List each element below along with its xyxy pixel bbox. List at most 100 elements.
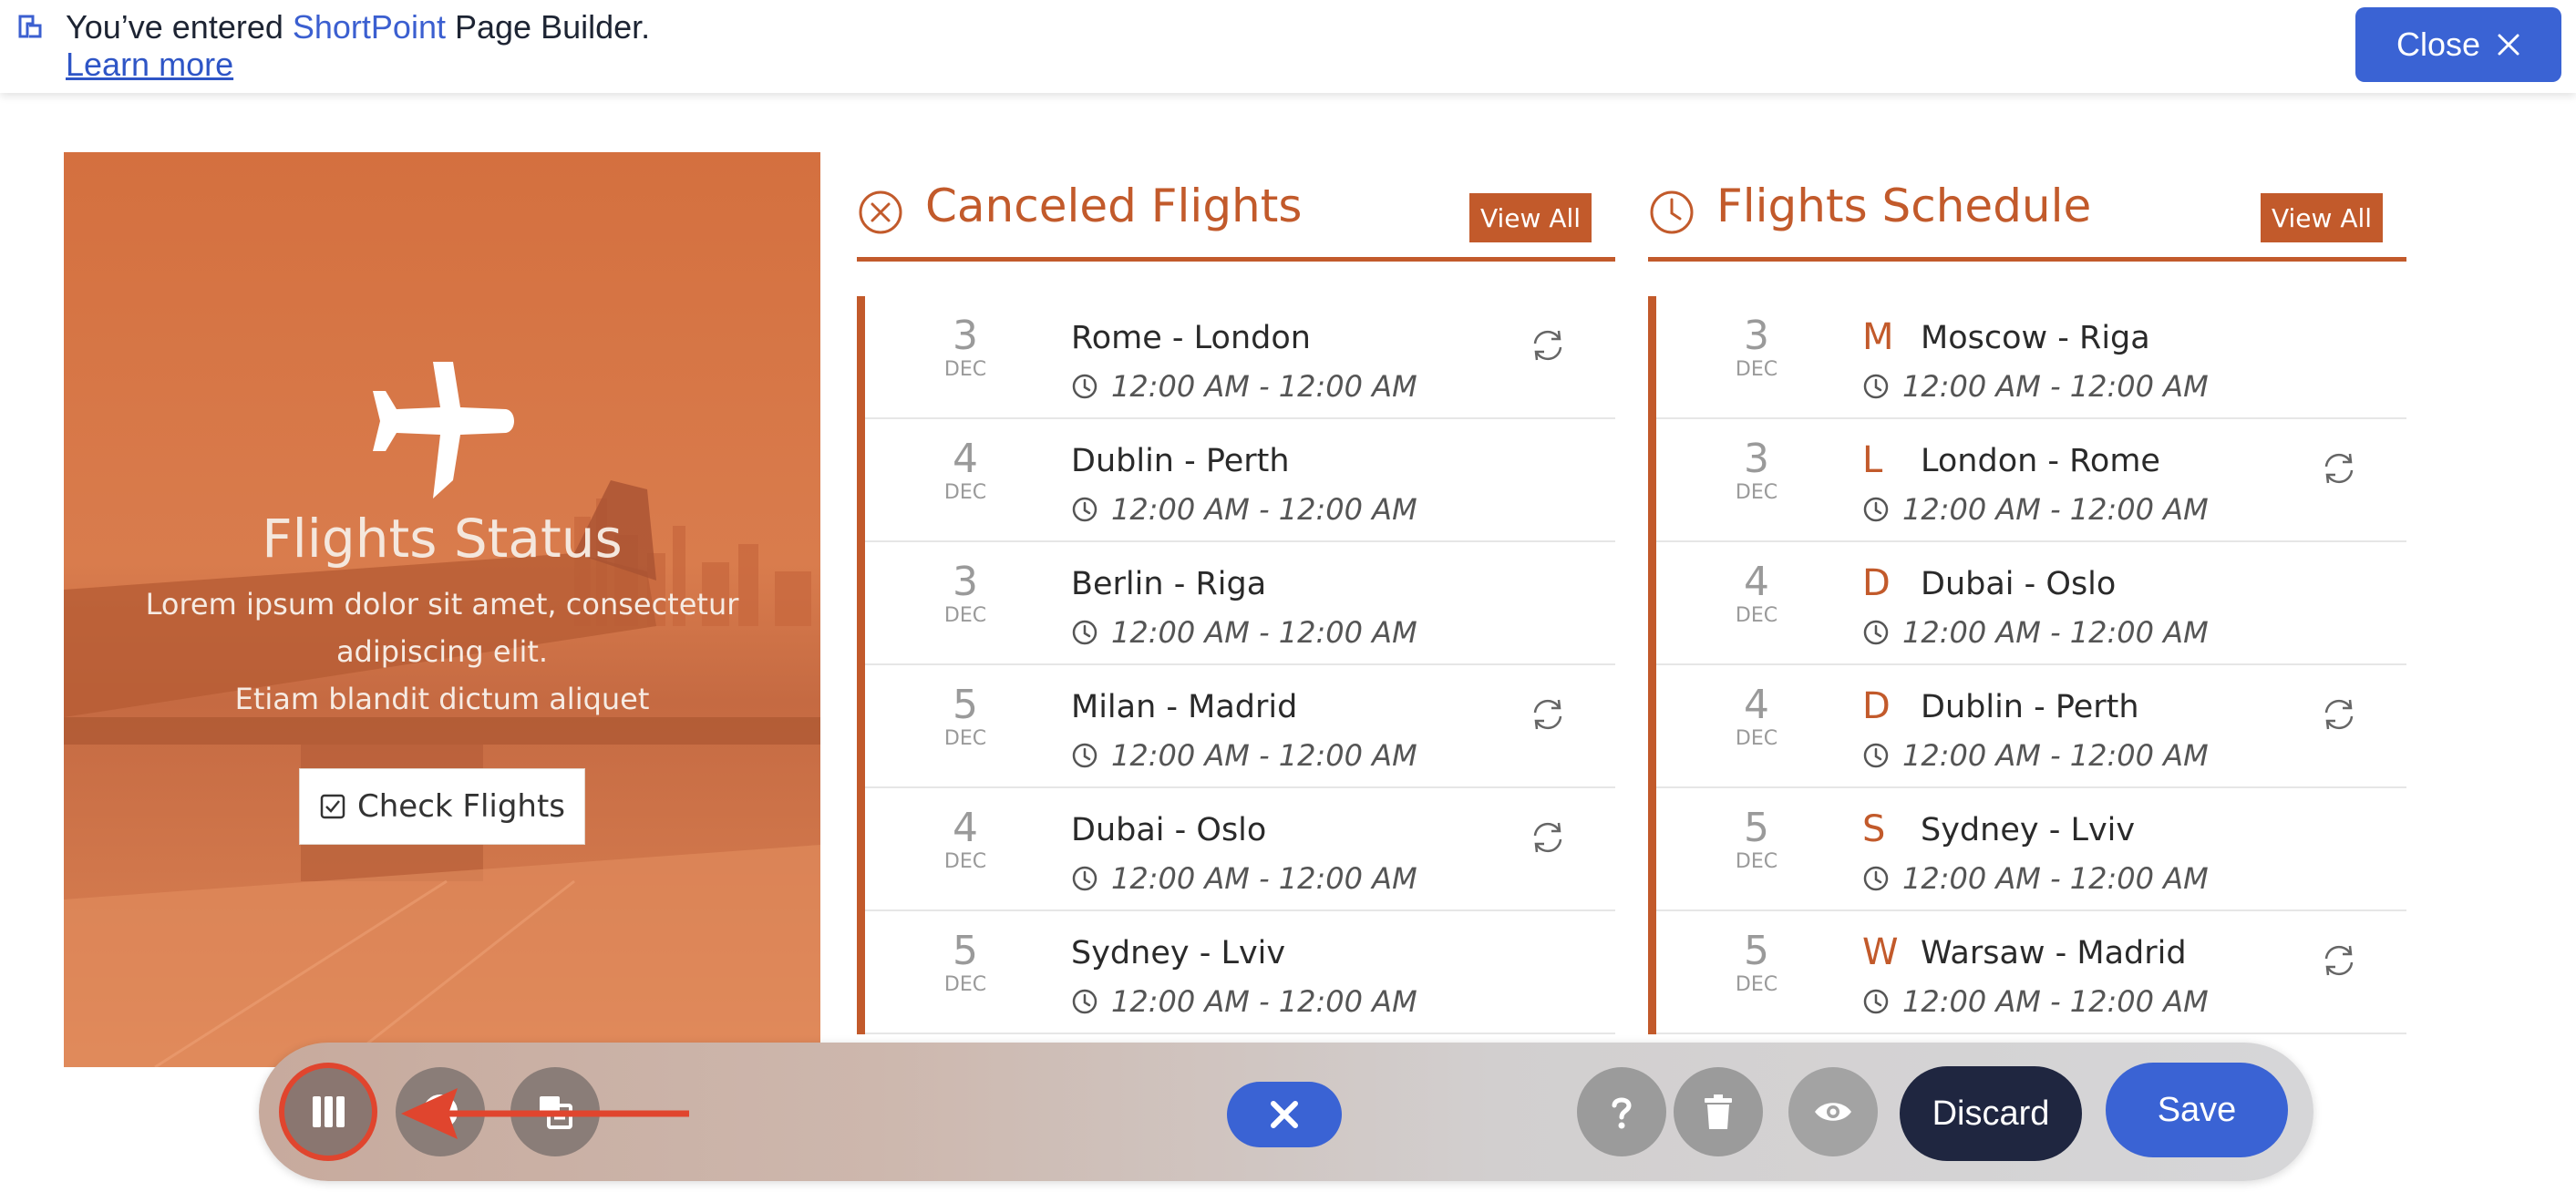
flight-route: Dublin - Perth bbox=[1921, 689, 2139, 725]
flight-city-initial: D bbox=[1862, 685, 1891, 727]
flight-time-text: 12:00 AM - 12:00 AM bbox=[1111, 492, 1417, 527]
save-button[interactable]: Save bbox=[2106, 1063, 2288, 1157]
flight-time: 12:00 AM - 12:00 AM bbox=[1071, 984, 1417, 1019]
flight-month: DEC bbox=[1735, 850, 1778, 873]
clock-icon bbox=[1072, 743, 1097, 768]
hero-description-line2: Etiam blandit dictum aliquet bbox=[234, 682, 650, 716]
columns-button[interactable] bbox=[279, 1063, 377, 1161]
flight-day: 3 bbox=[953, 313, 978, 359]
flight-row: 4 DEC D Dubai - Oslo 12:00 AM - 12:00 AM bbox=[1656, 542, 2406, 665]
hero-description-line1: Lorem ipsum dolor sit amet, consectetur … bbox=[145, 587, 739, 669]
flight-time-text: 12:00 AM - 12:00 AM bbox=[1902, 369, 2209, 404]
canceled-flights-panel: Canceled Flights View All 3 DEC Rome - Lon… bbox=[857, 152, 1615, 1034]
flight-time: 12:00 AM - 12:00 AM bbox=[1862, 492, 2209, 527]
flight-time: 12:00 AM - 12:00 AM bbox=[1071, 738, 1417, 773]
clock-icon bbox=[1072, 989, 1097, 1014]
check-flights-label: Check Flights bbox=[356, 788, 566, 825]
clock-icon bbox=[1072, 866, 1097, 891]
banner-message: You’ve entered ShortPoint Page Builder. bbox=[66, 7, 650, 47]
preview-button[interactable] bbox=[1788, 1067, 1878, 1156]
flight-month: DEC bbox=[943, 358, 987, 381]
airplane-icon bbox=[373, 362, 514, 498]
flight-city-initial: L bbox=[1862, 439, 1883, 481]
clock-icon bbox=[1863, 743, 1889, 768]
flight-day: 5 bbox=[953, 682, 978, 728]
flight-route: Rome - London bbox=[1071, 320, 1311, 356]
close-icon bbox=[1271, 1101, 1298, 1128]
flight-row: 5 DEC S Sydney - Lviv 12:00 AM - 12:00 AM bbox=[1656, 788, 2406, 911]
refresh-icon[interactable] bbox=[2319, 694, 2359, 735]
canceled-flights-title: Canceled Flights bbox=[925, 180, 1303, 232]
flight-day: 4 bbox=[953, 805, 978, 851]
flight-day: 4 bbox=[1744, 559, 1769, 605]
flight-time-text: 12:00 AM - 12:00 AM bbox=[1111, 861, 1417, 896]
flight-time: 12:00 AM - 12:00 AM bbox=[1862, 861, 2209, 896]
refresh-icon[interactable] bbox=[2319, 448, 2359, 488]
refresh-icon[interactable] bbox=[1528, 325, 1568, 365]
close-icon bbox=[2498, 34, 2519, 56]
flight-row: 3 DEC M Moscow - Riga 12:00 AM - 12:00 AM bbox=[1656, 296, 2406, 419]
flight-row: 3 DEC Rome - London 12:00 AM - 12:00 AM bbox=[865, 296, 1615, 419]
canceled-flights-header: Canceled Flights View All bbox=[857, 152, 1615, 262]
flight-row: 4 DEC D Dublin - Perth 12:00 AM - 12:00 AM bbox=[1656, 665, 2406, 788]
flight-time-text: 12:00 AM - 12:00 AM bbox=[1902, 615, 2209, 650]
flight-city-initial: D bbox=[1862, 562, 1891, 604]
flight-day: 3 bbox=[1744, 436, 1769, 482]
canceled-view-all-button[interactable]: View All bbox=[1469, 193, 1592, 242]
flight-route: London - Rome bbox=[1921, 443, 2160, 479]
help-icon bbox=[1612, 1097, 1632, 1129]
refresh-icon[interactable] bbox=[1528, 694, 1568, 735]
flight-day: 5 bbox=[1744, 805, 1769, 851]
shortpoint-logo-icon bbox=[18, 15, 42, 38]
help-button[interactable] bbox=[1577, 1067, 1666, 1156]
flight-time-text: 12:00 AM - 12:00 AM bbox=[1111, 984, 1417, 1019]
flight-time: 12:00 AM - 12:00 AM bbox=[1862, 615, 2209, 650]
canceled-flights-list: 3 DEC Rome - London 12:00 AM - 12:00 AM 4 DEC… bbox=[857, 296, 1615, 1034]
flight-day: 4 bbox=[953, 436, 978, 482]
discard-button[interactable]: Discard bbox=[1900, 1066, 2082, 1161]
clock-icon bbox=[1650, 190, 1694, 234]
delete-button[interactable] bbox=[1674, 1067, 1763, 1156]
clock-icon bbox=[1863, 989, 1889, 1014]
flight-route: Warsaw - Madrid bbox=[1921, 935, 2187, 971]
flight-day: 5 bbox=[953, 928, 978, 974]
schedule-view-all-button[interactable]: View All bbox=[2261, 193, 2383, 242]
flight-time-text: 12:00 AM - 12:00 AM bbox=[1111, 738, 1417, 773]
refresh-icon[interactable] bbox=[1528, 817, 1568, 858]
hero-description: Lorem ipsum dolor sit amet, consectetur … bbox=[73, 581, 811, 723]
flight-row: 5 DEC W Warsaw - Madrid 12:00 AM - 12:00 AM bbox=[1656, 911, 2406, 1034]
flight-time: 12:00 AM - 12:00 AM bbox=[1862, 369, 2209, 404]
builder-banner: You’ve entered ShortPoint Page Builder. … bbox=[0, 0, 2576, 93]
flight-row: 3 DEC L London - Rome 12:00 AM - 12:00 AM bbox=[1656, 419, 2406, 542]
close-button[interactable]: Close bbox=[2355, 7, 2561, 82]
flight-time-text: 12:00 AM - 12:00 AM bbox=[1902, 984, 2209, 1019]
flight-time-text: 12:00 AM - 12:00 AM bbox=[1902, 492, 2209, 527]
check-flights-button[interactable]: Check Flights bbox=[299, 768, 585, 845]
flight-city-initial: M bbox=[1862, 316, 1894, 358]
clock-icon bbox=[1863, 620, 1889, 645]
learn-more-link[interactable]: Learn more bbox=[66, 46, 233, 84]
flight-time-text: 12:00 AM - 12:00 AM bbox=[1902, 738, 2209, 773]
flight-time: 12:00 AM - 12:00 AM bbox=[1862, 738, 2209, 773]
cancel-edit-button[interactable] bbox=[1227, 1082, 1342, 1147]
close-button-label: Close bbox=[2396, 26, 2481, 63]
flight-month: DEC bbox=[1735, 727, 1778, 750]
flight-city-initial: W bbox=[1862, 931, 1899, 973]
flight-day: 4 bbox=[1744, 682, 1769, 728]
flight-route: Dubai - Oslo bbox=[1071, 812, 1267, 848]
flight-day: 5 bbox=[1744, 928, 1769, 974]
flights-status-hero: Flights Status Lorem ipsum dolor sit ame… bbox=[64, 152, 820, 1067]
flight-day: 3 bbox=[1744, 313, 1769, 359]
flight-row: 4 DEC Dubai - Oslo 12:00 AM - 12:00 AM bbox=[865, 788, 1615, 911]
flight-month: DEC bbox=[1735, 481, 1778, 504]
flight-route: Moscow - Riga bbox=[1921, 320, 2150, 356]
pointer-arrow-icon bbox=[401, 1088, 689, 1139]
flight-route: Dublin - Perth bbox=[1071, 443, 1290, 479]
clock-icon bbox=[1863, 374, 1889, 399]
flight-day: 3 bbox=[953, 559, 978, 605]
flights-schedule-title: Flights Schedule bbox=[1716, 180, 2092, 232]
flight-row: 5 DEC Sydney - Lviv 12:00 AM - 12:00 AM bbox=[865, 911, 1615, 1034]
flight-city-initial: S bbox=[1862, 808, 1886, 850]
refresh-icon[interactable] bbox=[2319, 940, 2359, 981]
flight-month: DEC bbox=[943, 973, 987, 996]
